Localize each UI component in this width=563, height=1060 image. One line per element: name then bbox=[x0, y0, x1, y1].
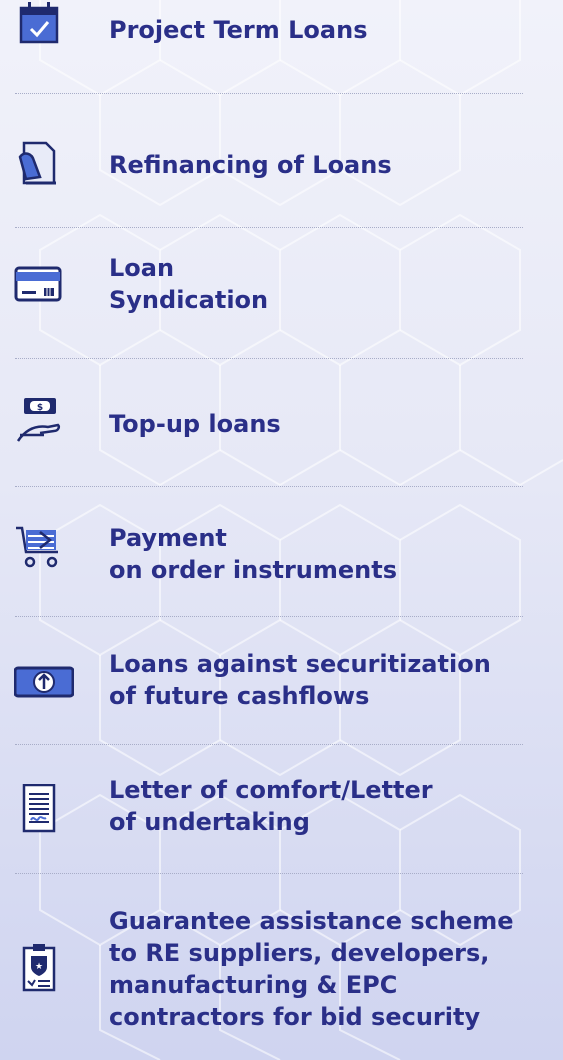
list-item-label: Top-up loans bbox=[109, 410, 281, 438]
services-list: Project Term Loans Refinancing of Loans … bbox=[0, 0, 563, 1060]
list-item[interactable]: Letter of comfort/Letter of undertaking bbox=[0, 744, 563, 873]
list-item[interactable]: Refinancing of Loans bbox=[0, 93, 563, 227]
list-item-label: Loans against securitization of future c… bbox=[109, 650, 491, 710]
shopping-cart-icon bbox=[16, 526, 58, 568]
list-item[interactable]: ★ Guarantee assistance scheme to RE supp… bbox=[0, 873, 563, 1060]
svg-text:★: ★ bbox=[35, 962, 43, 972]
list-item-label: Project Term Loans bbox=[109, 16, 368, 44]
list-item[interactable]: $ Top-up loans bbox=[0, 358, 563, 486]
clipboard-badge-icon: ★ bbox=[22, 944, 56, 992]
list-item[interactable]: Loans against securitization of future c… bbox=[0, 616, 563, 744]
list-item[interactable]: Payment on order instruments bbox=[0, 486, 563, 616]
list-item-label: Payment on order instruments bbox=[109, 524, 398, 584]
list-item-label: Guarantee assistance scheme to RE suppli… bbox=[109, 907, 514, 1031]
list-item-label: Refinancing of Loans bbox=[109, 151, 392, 179]
svg-text:$: $ bbox=[37, 403, 43, 413]
list-item-label: Letter of comfort/Letter of undertaking bbox=[109, 776, 433, 836]
calendar-check-icon bbox=[19, 2, 59, 44]
document-signature-icon bbox=[22, 784, 56, 833]
banknote-arrow-icon bbox=[14, 666, 74, 698]
hand-document-icon bbox=[18, 141, 56, 185]
list-item[interactable]: Project Term Loans bbox=[0, 0, 563, 93]
credit-card-icon bbox=[14, 266, 62, 302]
list-item[interactable]: Loan Syndication bbox=[0, 227, 563, 358]
hand-cash-icon: $ bbox=[16, 398, 61, 442]
list-item-label: Loan Syndication bbox=[109, 254, 269, 314]
